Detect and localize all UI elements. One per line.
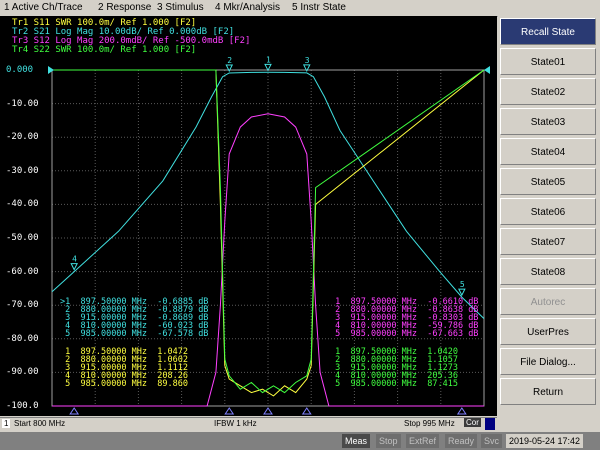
marker-row: 5 985.00000 MHz -67.663 dB	[330, 329, 479, 339]
marker-table-s12: 1 897.50000 MHz -0.6610 dB 2 880.00000 M…	[330, 298, 479, 339]
marker-3-label: 3	[305, 56, 310, 65]
state06-button[interactable]: State06	[500, 198, 596, 225]
marker-1-label: 1	[266, 55, 271, 64]
status-datetime: 2019-05-24 17:42	[506, 434, 584, 448]
channel-number[interactable]: 1	[2, 419, 11, 428]
autorec-button[interactable]: Autorec	[500, 288, 596, 315]
softkey-panel: Recall State State01 State02 State03 Sta…	[498, 16, 600, 430]
marker-row-value: 87.415	[427, 379, 458, 389]
status-stop: Stop	[376, 434, 401, 448]
marker-row: 5 985.00000 MHz 89.860	[60, 379, 188, 389]
cor-indicator: Cor	[464, 418, 481, 427]
y-tick-label: -60.00	[6, 266, 39, 277]
y-tick-label: -80.00	[6, 333, 39, 344]
channel-status-bar: 1 Start 800 MHz IFBW 1 kHz Stop 995 MHz …	[0, 417, 497, 431]
marker-row-value: -67.663 dB	[427, 329, 479, 339]
marker-row-frequency: 985.00000 MHz	[80, 379, 158, 389]
y-tick-label: -40.00	[6, 199, 39, 210]
marker-2-label: 2	[227, 56, 232, 65]
marker-row-value: -67.578 dB	[157, 329, 209, 339]
userpres-button[interactable]: UserPres	[500, 318, 596, 345]
state02-button[interactable]: State02	[500, 78, 596, 105]
status-extref: ExtRef	[406, 434, 440, 448]
menu-mkr-analysis[interactable]: 4 Mkr/Analysis	[215, 2, 280, 13]
y-tick-label: -20.00	[6, 132, 39, 143]
status-meas: Meas	[342, 434, 371, 448]
marker-1-icon	[264, 63, 272, 72]
reference-right-icon	[484, 66, 490, 74]
marker-row-number: 5	[60, 379, 81, 389]
state08-button[interactable]: State08	[500, 258, 596, 285]
marker-row: 5 985.00000 MHz -67.578 dB	[60, 329, 209, 339]
file-dialog-button[interactable]: File Dialog...	[500, 348, 596, 375]
marker-row-frequency: 985.00000 MHz	[350, 329, 428, 339]
start-frequency[interactable]: Start 800 MHz	[14, 419, 65, 428]
state05-button[interactable]: State05	[500, 168, 596, 195]
menu-instr-state[interactable]: 5 Instr State	[292, 2, 346, 13]
stop-frequency[interactable]: Stop 995 MHz	[404, 419, 455, 428]
y-tick-label: 0.000	[6, 65, 34, 75]
menu-bar: 1 Active Ch/Trace 2 Response 3 Stimulus …	[0, 0, 600, 17]
marker-4-label: 4	[72, 255, 77, 264]
y-tick-label: -30.00	[6, 165, 39, 176]
marker-row-value: 89.860	[157, 379, 188, 389]
recall-state-header: Recall State	[500, 18, 596, 45]
return-button[interactable]: Return	[500, 378, 596, 405]
state01-button[interactable]: State01	[500, 48, 596, 75]
marker-3-axis-icon	[301, 407, 312, 415]
y-tick-label: -50.00	[6, 233, 39, 243]
status-ready: Ready	[445, 434, 478, 448]
marker-1-axis-icon	[263, 407, 273, 415]
y-tick-label: -100.0	[6, 401, 39, 411]
marker-row-frequency: 985.00000 MHz	[80, 329, 158, 339]
marker-row-number: 5	[60, 329, 81, 339]
menu-response[interactable]: 2 Response	[98, 2, 151, 13]
y-tick-label: -70.00	[6, 300, 39, 311]
scroll-arrow-icon[interactable]	[485, 418, 495, 430]
marker-table-s22: 1 897.50000 MHz 1.0420 2 880.00000 MHz 1…	[330, 348, 458, 389]
state07-button[interactable]: State07	[500, 228, 596, 255]
y-tick-label: -90.00	[6, 367, 39, 378]
marker-2-axis-icon	[224, 407, 235, 415]
status-svc: Svc	[481, 434, 503, 448]
trace-label-tr4[interactable]: Tr4 S22 SWR 100.0m/ Ref 1.000 [F2]	[12, 46, 196, 55]
marker-5-label: 5	[460, 280, 465, 289]
marker-4-axis-icon	[69, 407, 80, 415]
state03-button[interactable]: State03	[500, 108, 596, 135]
marker-row-number: 5	[330, 379, 351, 389]
marker-4-icon	[70, 263, 78, 271]
marker-row: 5 985.00000 MHz 87.415	[330, 379, 458, 389]
marker-table-s21: >1 897.50000 MHz -0.6885 dB 2 880.00000 …	[60, 298, 209, 339]
marker-row-frequency: 985.00000 MHz	[350, 379, 428, 389]
menu-stimulus[interactable]: 3 Stimulus	[157, 2, 204, 13]
instrument-status-bar: Meas Stop ExtRef Ready Svc 2019-05-24 17…	[0, 432, 600, 450]
marker-row-number: 5	[330, 329, 351, 339]
y-tick-label: -10.00	[6, 98, 39, 109]
state04-button[interactable]: State04	[500, 138, 596, 165]
marker-table-s11: 1 897.50000 MHz 1.0472 2 880.00000 MHz 1…	[60, 348, 188, 389]
plot-area[interactable]: 12345 Tr1 S11 SWR 100.0m/ Ref 1.000 [F2]…	[0, 16, 497, 416]
reference-left-icon	[48, 66, 54, 74]
menu-active-ch-trace[interactable]: 1 Active Ch/Trace	[4, 2, 83, 13]
marker-5-axis-icon	[456, 407, 467, 415]
ifbw[interactable]: IFBW 1 kHz	[214, 419, 257, 428]
